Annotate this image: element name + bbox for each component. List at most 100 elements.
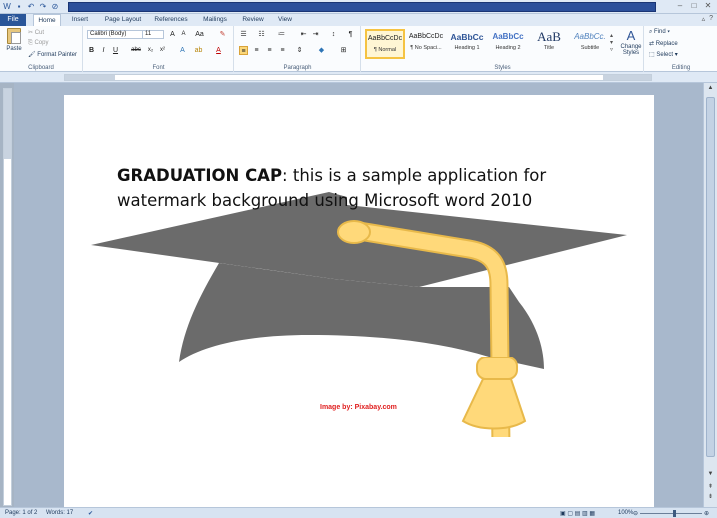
font-color-button[interactable]: A [214, 46, 223, 55]
cap-button [337, 220, 371, 244]
page-count[interactable]: Page: 1 of 2 [5, 510, 37, 516]
style-heading-2[interactable]: AaBbCc Heading 2 [488, 29, 528, 59]
align-center-icon[interactable]: ≡ [252, 46, 261, 55]
decrease-indent-icon[interactable]: ⇤ [299, 30, 308, 39]
multilevel-icon[interactable]: ≔ [277, 30, 286, 39]
shrink-font-button[interactable]: A [179, 30, 188, 39]
tab-insert[interactable]: Insert [66, 14, 94, 26]
save-icon[interactable]: ▪ [14, 1, 24, 12]
clear-format-icon[interactable]: ✎ [218, 30, 227, 39]
style-no-spacing[interactable]: AaBbCcDc ¶ No Spaci... [406, 29, 446, 59]
title-bar: W ▪ ↶ ↷ ⊘ – □ ✕ [0, 0, 717, 14]
help-icon[interactable]: ? [709, 15, 713, 23]
brush-icon: 🖌 [28, 52, 38, 58]
line-spacing-icon[interactable]: ⇕ [295, 46, 304, 55]
tab-mailings[interactable]: Mailings [198, 14, 232, 26]
replace-button[interactable]: ⇄ Replace [649, 40, 678, 47]
cut-button[interactable]: ✂ Cut [28, 29, 44, 36]
proofing-icon[interactable]: ✔ [88, 510, 93, 517]
maximize-icon[interactable]: □ [689, 1, 699, 11]
strikethrough-button[interactable]: abc [129, 46, 143, 55]
zoom-in-icon[interactable]: ⊕ [704, 510, 709, 517]
style-title[interactable]: AaB Title [529, 29, 569, 59]
format-painter-button[interactable]: 🖌 Format Painter [28, 51, 77, 58]
style-normal[interactable]: AaBbCcDc ¶ Normal [365, 29, 405, 59]
document-text[interactable]: GRADUATION CAP: this is a sample applica… [117, 163, 597, 213]
show-formatting-icon[interactable]: ¶ [346, 30, 355, 39]
clipboard-label: Clipboard [28, 65, 54, 71]
sort-icon[interactable]: ↕ [329, 30, 338, 39]
paragraph-group: ☰ ☷ ≔ ⇤ ⇥ ↕ ¶ ≡ ≡ ≡ ≡ ⇕ ◆ ⊞ Paragraph [235, 26, 361, 72]
numbering-icon[interactable]: ☷ [257, 30, 266, 39]
tab-review[interactable]: Review [238, 14, 268, 26]
copy-button[interactable]: ⎘ Copy [28, 40, 48, 47]
italic-button[interactable]: I [99, 46, 108, 55]
change-styles-button[interactable]: A Change Styles [618, 28, 644, 56]
styles-scroll-icon[interactable]: ▴ ▾ ▿ [610, 32, 613, 53]
editing-label: Editing [671, 65, 691, 71]
select-button[interactable]: ⬚ Select ▾ [649, 51, 678, 58]
font-size-select[interactable]: 11 [142, 30, 164, 39]
scroll-up-icon[interactable]: ▲ [706, 85, 715, 94]
tab-file[interactable]: File [0, 14, 26, 26]
font-label: Font [152, 65, 165, 71]
bold-button[interactable]: B [87, 46, 96, 55]
replace-icon: ⇄ [649, 41, 656, 47]
page[interactable]: GRADUATION CAP: this is a sample applica… [64, 95, 654, 507]
style-heading-1[interactable]: AaBbCc Heading 1 [447, 29, 487, 59]
change-case-button[interactable]: Aa [195, 30, 204, 39]
tab-view[interactable]: View [273, 14, 297, 26]
vertical-ruler[interactable] [3, 88, 12, 506]
find-button[interactable]: ⌕ Find ▾ [649, 29, 670, 36]
undo-icon[interactable]: ↶ [26, 1, 36, 12]
scroll-thumb[interactable] [706, 97, 715, 457]
justify-icon[interactable]: ≡ [278, 46, 287, 55]
font-name-select[interactable]: Calibri (Body) [87, 30, 143, 39]
ribbon-tabs: File Home Insert Page Layout References … [0, 14, 717, 26]
align-left-icon[interactable]: ≡ [239, 46, 248, 55]
zoom-slider-thumb[interactable] [673, 510, 676, 517]
change-styles-icon: A [626, 28, 636, 43]
bullets-icon[interactable]: ☰ [239, 30, 248, 39]
paste-icon [7, 28, 21, 44]
horizontal-ruler-bar [0, 72, 717, 83]
styles-group: AaBbCcDc ¶ Normal AaBbCcDc ¶ No Spaci...… [362, 26, 644, 72]
borders-icon[interactable]: ⊞ [339, 46, 348, 55]
view-buttons[interactable]: ▣ ▢ ▤ ▥ ▦ [560, 510, 595, 517]
chevron-up-icon[interactable]: ▵ [702, 15, 706, 23]
scroll-down-icon[interactable]: ▼ [706, 471, 715, 480]
close-icon[interactable]: ✕ [703, 1, 713, 11]
zoom-out-icon[interactable]: ⊖ [633, 510, 638, 517]
new-icon[interactable]: ⊘ [50, 1, 60, 12]
vertical-scrollbar[interactable]: ▲ ▼ ⇞ ⇟ [703, 83, 717, 507]
zoom-level[interactable]: 100% [618, 510, 633, 516]
document-heading: GRADUATION CAP [117, 166, 283, 185]
text-effects-button[interactable]: A [178, 46, 187, 55]
redo-icon[interactable]: ↷ [38, 1, 48, 12]
styles-label: Styles [494, 65, 511, 71]
zoom-slider[interactable] [640, 513, 702, 514]
tab-page-layout[interactable]: Page Layout [101, 14, 145, 26]
next-page-icon[interactable]: ⇟ [706, 493, 715, 502]
minimize-icon[interactable]: – [675, 1, 685, 11]
quick-access-toolbar: W ▪ ↶ ↷ ⊘ [2, 1, 60, 12]
font-group: Calibri (Body) 11 A A Aa ✎ B I U abc x₂ … [84, 26, 234, 72]
shading-icon[interactable]: ◆ [317, 46, 326, 55]
superscript-button[interactable]: x² [158, 46, 167, 55]
subscript-button[interactable]: x₂ [146, 46, 155, 55]
paragraph-label: Paragraph [283, 65, 312, 71]
grow-font-button[interactable]: A [168, 30, 177, 39]
increase-indent-icon[interactable]: ⇥ [311, 30, 320, 39]
prev-page-icon[interactable]: ⇞ [706, 483, 715, 492]
paste-button[interactable]: Paste [3, 28, 25, 60]
underline-button[interactable]: U [111, 46, 120, 55]
horizontal-ruler[interactable] [64, 74, 652, 81]
tab-home[interactable]: Home [33, 14, 61, 26]
style-subtitle[interactable]: AaBbCc. Subtitle [570, 29, 610, 59]
highlight-icon[interactable]: ab [194, 46, 203, 55]
graduation-cap-watermark [91, 192, 627, 437]
word-icon[interactable]: W [2, 1, 12, 12]
word-count[interactable]: Words: 17 [46, 510, 73, 516]
align-right-icon[interactable]: ≡ [265, 46, 274, 55]
tab-references[interactable]: References [150, 14, 192, 26]
